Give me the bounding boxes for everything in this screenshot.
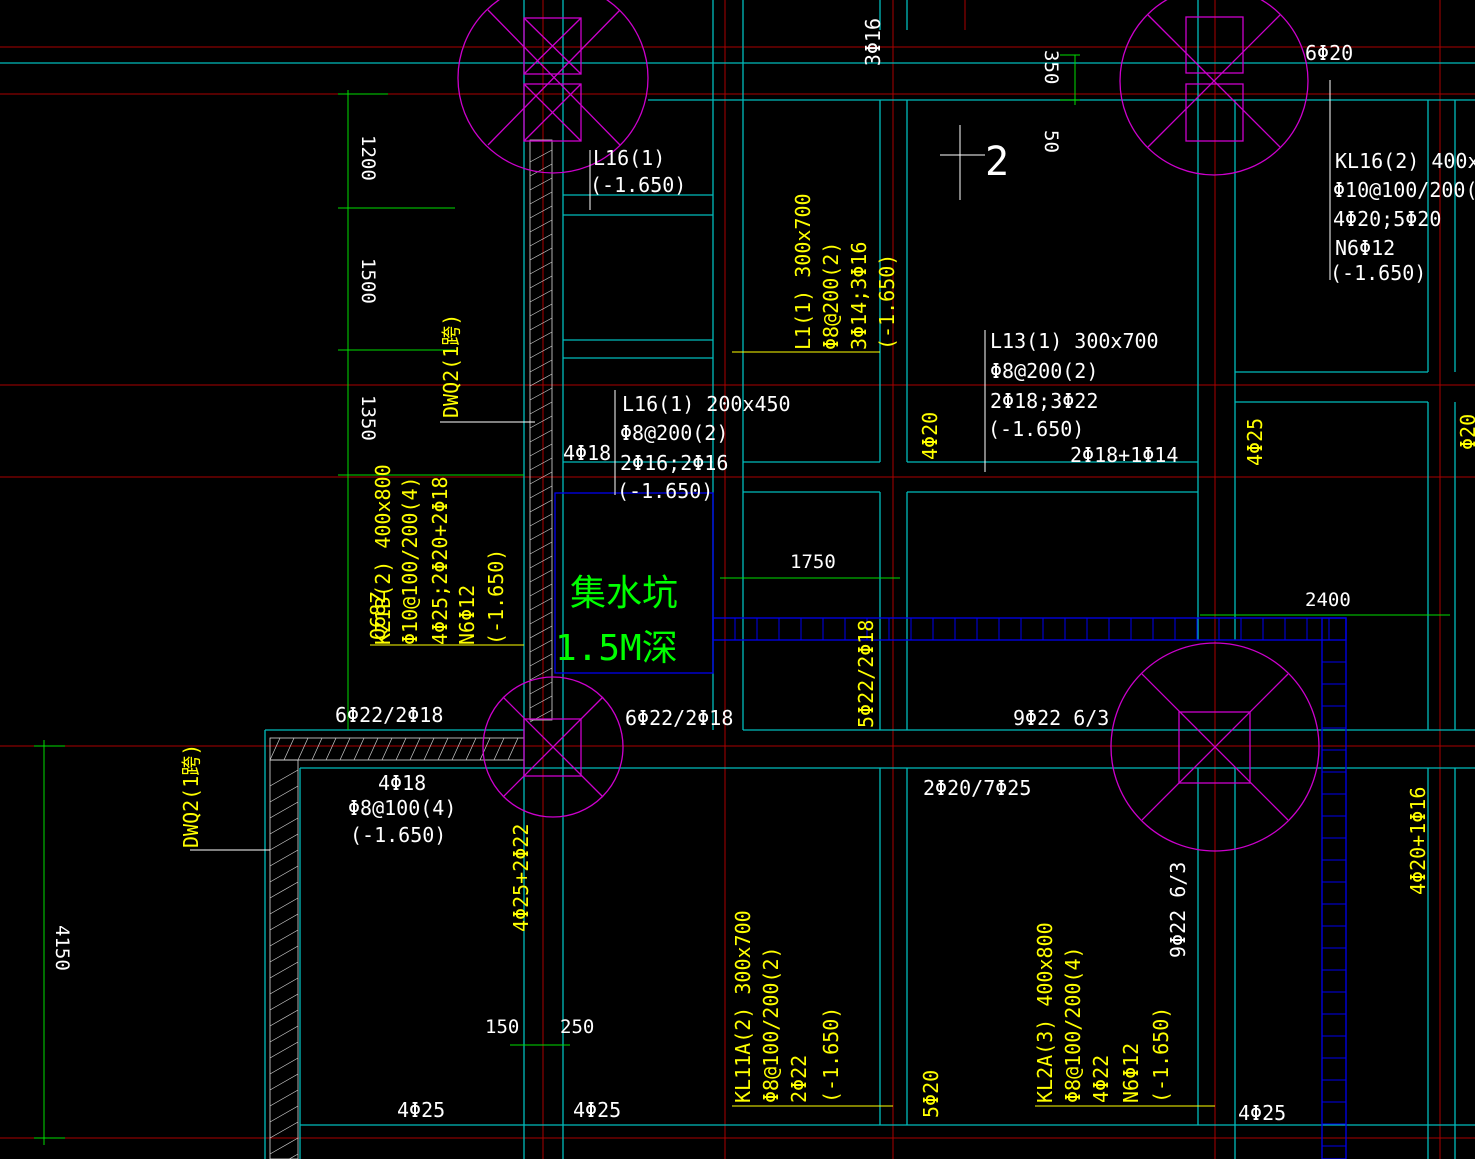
l16b-line2: Φ8@200(2) (620, 421, 728, 445)
label-4phi25-c: 4Φ25 (1238, 1101, 1286, 1125)
dim-1200: 1200 (357, 135, 379, 181)
kz-line4: N6Φ12 (455, 585, 479, 645)
kz-line2: Φ10@100/200(4) (398, 476, 422, 645)
dim-250: 250 (560, 1016, 594, 1038)
dwq2-a: DWQ2(1跨) (439, 314, 463, 418)
l1-line2: Φ8@200(2) (819, 242, 843, 350)
label-6phi22-right: 6Φ22/2Φ18 (625, 706, 733, 730)
kl2a-line4: N6Φ12 (1119, 1043, 1143, 1103)
section-mark: 2 (985, 139, 1009, 185)
label-4phi25-a: 4Φ25 (397, 1098, 445, 1122)
l16a-line2: (-1.650) (590, 173, 686, 197)
structural-drawing-canvas: 1200 1500 1350 4150 1750 2400 150 250 35… (0, 0, 1475, 1159)
kl11a-line1: KL11A(2) 300x700 (731, 910, 755, 1103)
l16b-line4: (-1.650) (617, 479, 713, 503)
label-3phi16: 3Φ16 (861, 18, 885, 66)
label-4phi20-1phi16: 4Φ20+1Φ16 (1406, 787, 1430, 895)
kl2a-line5: (-1.650) (1149, 1007, 1173, 1103)
pit-depth: 1.5M深 (555, 628, 678, 669)
dim-350: 350 (1040, 50, 1062, 84)
l16a-line1: L16(1) (593, 146, 665, 170)
kz-line3: 4Φ25;2Φ20+2Φ18 (428, 476, 452, 645)
l1-line4: (-1.650) (875, 254, 899, 350)
label-4phi25-right: 4Φ25 (1243, 418, 1267, 466)
kl16-line3: 4Φ20;5Φ20 (1333, 207, 1441, 231)
l13-line3: 2Φ18;3Φ22 (990, 389, 1098, 413)
kl11a-line4: (-1.650) (819, 1007, 843, 1103)
l13-line2: Φ8@200(2) (990, 359, 1098, 383)
dim-50: 50 (1040, 130, 1062, 153)
l16b-line3: 2Φ16;2Φ16 (620, 451, 728, 475)
label-6phi22-left: 6Φ22/2Φ18 (335, 703, 443, 727)
kl16-line2: Φ10@100/200(4) (1333, 178, 1475, 202)
label-5phi22: 5Φ22/2Φ18 (854, 620, 878, 728)
l16b-line1: L16(1) 200x450 (622, 392, 791, 416)
dim-2400: 2400 (1305, 589, 1351, 611)
kl11a-line3: 2Φ22 (787, 1055, 811, 1103)
label-4phi18-left: 4Φ18 (563, 441, 611, 465)
kl16-line1: KL16(2) 400x80 (1335, 149, 1475, 173)
kz-line1: KZ1B(2) 400x800 (371, 464, 395, 645)
dim-1750: 1750 (790, 551, 836, 573)
label-phi20-edge: Φ20 (1456, 414, 1475, 450)
kl2a-line2: Φ8@100/200(4) (1061, 946, 1085, 1103)
label-4phi20: 4Φ20 (918, 412, 942, 460)
kl2a-line3: 4Φ22 (1089, 1055, 1113, 1103)
l13-line1: L13(1) 300x700 (990, 329, 1159, 353)
label-4phi25-b: 4Φ25 (573, 1098, 621, 1122)
kl16-line5: (-1.650) (1330, 261, 1426, 285)
l1-line3: 3Φ14;3Φ16 (847, 242, 871, 350)
dim-4150: 4150 (51, 925, 73, 971)
label-5phi20: 5Φ20 (919, 1070, 943, 1118)
kz-line5: (-1.650) (484, 549, 508, 645)
l1-line1: L1(1) 300x700 (791, 193, 815, 350)
l13-line4: (-1.650) (988, 417, 1084, 441)
pit-title: 集水坑 (570, 573, 678, 614)
label-9phi22-vert: 9Φ22 6/3 (1166, 862, 1190, 958)
kl2a-line1: KL2A(3) 400x800 (1033, 922, 1057, 1103)
label-2phi20-7phi25: 2Φ20/7Φ25 (923, 776, 1031, 800)
kl11a-line2: Φ8@100/200(2) (759, 946, 783, 1103)
label-4phi25-2phi22: 4Φ25+2Φ22 (509, 824, 533, 932)
dim-150: 150 (485, 1016, 519, 1038)
label-9phi22: 9Φ22 6/3 (1013, 706, 1109, 730)
kl-left-line3: (-1.650) (350, 823, 446, 847)
kl-left-line2: Φ8@100(4) (348, 796, 456, 820)
dwq2-b: DWQ2(1跨) (179, 744, 203, 848)
kl-left-line1: 4Φ18 (378, 771, 426, 795)
dim-1350: 1350 (357, 395, 379, 441)
label-6phi20: 6Φ20 (1305, 41, 1353, 65)
kl16-line4: N6Φ12 (1335, 236, 1395, 260)
dim-1500: 1500 (357, 258, 379, 304)
label-2phi18-1phi14: 2Φ18+1Φ14 (1070, 443, 1178, 467)
